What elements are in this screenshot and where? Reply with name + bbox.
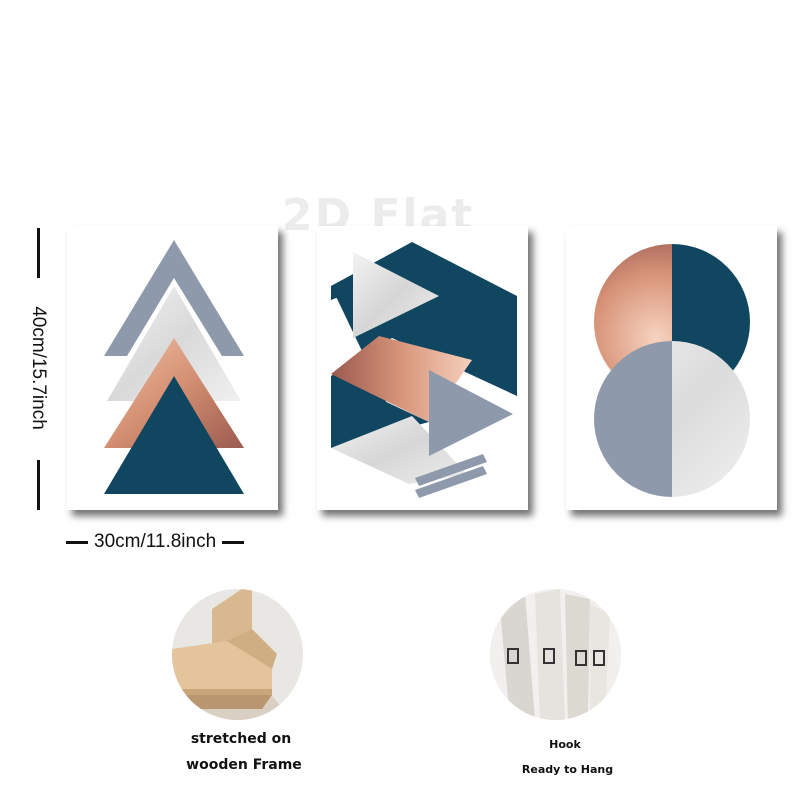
split-circles-print [566,226,777,510]
frame-caption-line2: wooden Frame [186,757,302,773]
hook-photo [490,589,621,720]
frame-caption-line1: stretched on [190,731,292,747]
width-dimension-right-bar [222,540,245,544]
width-dimension: 30cm/11.8inch [66,530,286,554]
width-dimension-left-bar [66,540,88,544]
hook-caption-line2: Ready to Hang [521,763,614,776]
height-dimension-top-bar [37,228,40,278]
wooden-frame-photo [172,589,303,720]
height-dimension-label: 40cm/15.7inch [28,306,49,430]
width-dimension-label: 30cm/11.8inch [94,531,217,552]
hook-caption-line1: Hook [549,738,581,751]
geometric-hexagon-print [317,226,528,510]
stacked-triangles-print [67,226,278,510]
height-dimension-bottom-bar [37,460,40,510]
